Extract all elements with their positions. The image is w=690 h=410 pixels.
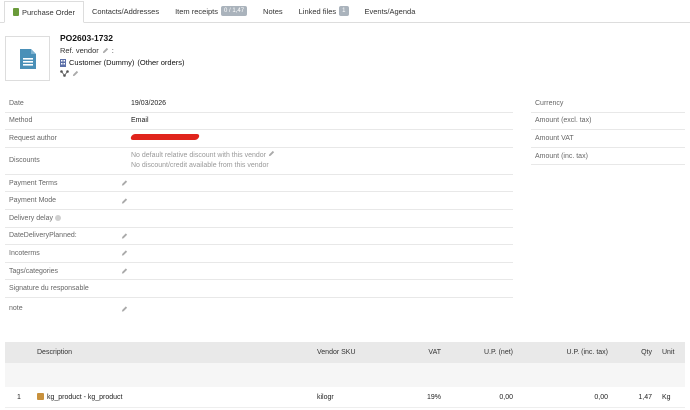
field-label: Request author: [9, 134, 57, 142]
line-unit: Kg: [662, 393, 671, 401]
field-tags: Tags/categories: [5, 263, 513, 281]
field-label: Incoterms: [9, 249, 40, 257]
building-icon: [60, 58, 66, 67]
field-label: Tags/categories: [9, 267, 59, 275]
line-up-net: 0,00: [499, 393, 513, 401]
field-payment-terms: Payment Terms: [5, 175, 513, 193]
product-link[interactable]: kg_product - kg_product: [47, 394, 123, 401]
delivery-delay-text: Delivery delay: [9, 214, 53, 222]
link-objects-icon[interactable]: [60, 70, 69, 77]
pencil-icon[interactable]: [72, 70, 79, 77]
field-value: Email: [131, 117, 149, 125]
tab-notes[interactable]: Notes: [255, 0, 291, 22]
table-header: Description Vendor SKU VAT U.P. (net) U.…: [5, 342, 685, 363]
field-value: 19/03/2026: [131, 99, 167, 107]
field-date-delivery-planned: DateDeliveryPlanned:: [5, 228, 513, 246]
order-lines-table: Description Vendor SKU VAT U.P. (net) U.…: [5, 342, 685, 408]
tab-linked-files[interactable]: Linked files 1: [291, 0, 357, 22]
field-label: note: [9, 305, 23, 313]
order-ref: PO2603-1732: [60, 33, 113, 43]
pencil-icon[interactable]: [121, 305, 128, 312]
field-signature: Signature du responsable: [5, 280, 513, 298]
col-vendor-sku: Vendor SKU: [317, 349, 356, 356]
amount-inc-row: Amount (inc. tax): [531, 148, 685, 166]
tab-purchase-order[interactable]: Purchase Order: [4, 1, 84, 23]
amount-vat-row: Amount VAT: [531, 130, 685, 148]
field-label: Payment Mode: [9, 197, 57, 205]
field-delivery-delay: Delivery delay: [5, 210, 513, 228]
field-label: Discounts: [9, 157, 40, 165]
tab-label: Purchase Order: [22, 7, 75, 17]
field-label: Delivery delay: [5, 215, 131, 222]
pencil-icon[interactable]: [121, 250, 128, 257]
tab-badge: 1: [339, 6, 349, 16]
pencil-icon[interactable]: [121, 232, 128, 239]
ref-vendor-sep: :: [111, 46, 114, 55]
redaction-mark: [129, 134, 201, 141]
field-value: [129, 134, 513, 142]
field-payment-mode: Payment Mode: [5, 192, 513, 210]
product-icon: [37, 393, 44, 400]
tab-label: Linked files: [298, 6, 337, 16]
line-up-inc: 0,00: [594, 393, 608, 401]
field-label: Method: [9, 117, 33, 125]
line-vendor-sku: kilogr: [317, 393, 334, 401]
help-icon[interactable]: [54, 214, 61, 221]
col-qty: Qty: [641, 349, 652, 356]
ref-vendor-line: Ref. vendor :: [60, 46, 114, 55]
order-icon: [13, 8, 19, 16]
line-qty: 1,47: [638, 393, 652, 401]
amounts-panel: Currency Amount (excl. tax) Amount VAT A…: [531, 95, 685, 166]
col-vat: VAT: [428, 349, 441, 356]
tab-contacts-addresses[interactable]: Contacts/Addresses: [84, 0, 167, 22]
col-description: Description: [37, 349, 73, 356]
col-unit: Unit: [662, 349, 675, 356]
pencil-icon[interactable]: [121, 197, 128, 204]
tab-events-agenda[interactable]: Events/Agenda: [357, 0, 424, 22]
link-line: [60, 70, 79, 77]
line-number: 1: [17, 393, 21, 401]
col-up-inc: U.P. (inc. tax): [566, 349, 609, 356]
pencil-icon[interactable]: [268, 150, 275, 157]
document-icon: [19, 48, 36, 69]
field-label: Signature du responsable: [9, 285, 89, 293]
discount-line-1: No default relative discount with this v…: [131, 152, 267, 160]
amount-excl-row: Amount (excl. tax): [531, 113, 685, 131]
pencil-icon[interactable]: [121, 180, 128, 187]
field-label: Date: [9, 99, 24, 107]
tab-label: Item receipts: [175, 6, 219, 16]
tab-label: Notes: [263, 6, 283, 16]
discount-line-2: No discount/credit available from this v…: [131, 162, 269, 170]
field-label: Payment Terms: [9, 179, 58, 187]
thirdparty-link[interactable]: Customer (Dummy): [69, 58, 134, 67]
order-fields: Date 19/03/2026 Method Email Request aut…: [5, 95, 513, 320]
other-orders-link[interactable]: (Other orders): [137, 58, 184, 67]
field-incoterms: Incoterms: [5, 245, 513, 263]
thirdparty-line: Customer (Dummy) (Other orders): [60, 58, 185, 67]
order-logo: [5, 36, 50, 81]
tab-bar: Purchase Order Contacts/Addresses Item r…: [0, 0, 690, 23]
pencil-icon[interactable]: [102, 47, 109, 54]
pencil-icon[interactable]: [121, 268, 128, 275]
field-note: note: [5, 298, 513, 320]
tab-item-receipts[interactable]: Item receipts 0 / 1,47: [167, 0, 255, 22]
line-description: kg_product - kg_product: [37, 393, 123, 401]
field-request-author: Request author: [5, 130, 513, 148]
table-spacer: [5, 363, 685, 387]
currency-row: Currency: [531, 95, 685, 113]
tab-label: Events/Agenda: [364, 6, 416, 16]
field-method: Method Email: [5, 113, 513, 131]
field-date: Date 19/03/2026: [5, 95, 513, 113]
line-vat: 19%: [426, 393, 441, 401]
field-value: No default relative discount with this v…: [131, 150, 513, 171]
col-up-net: U.P. (net): [483, 349, 513, 356]
tab-label: Contacts/Addresses: [91, 6, 160, 16]
field-discounts: Discounts No default relative discount w…: [5, 148, 513, 175]
tab-badge: 0 / 1,47: [221, 6, 248, 16]
ref-vendor-label: Ref. vendor: [60, 46, 99, 55]
table-row[interactable]: 1 kg_product - kg_product kilogr 19% 0,0…: [5, 387, 685, 408]
field-label: DateDeliveryPlanned:: [9, 232, 77, 240]
